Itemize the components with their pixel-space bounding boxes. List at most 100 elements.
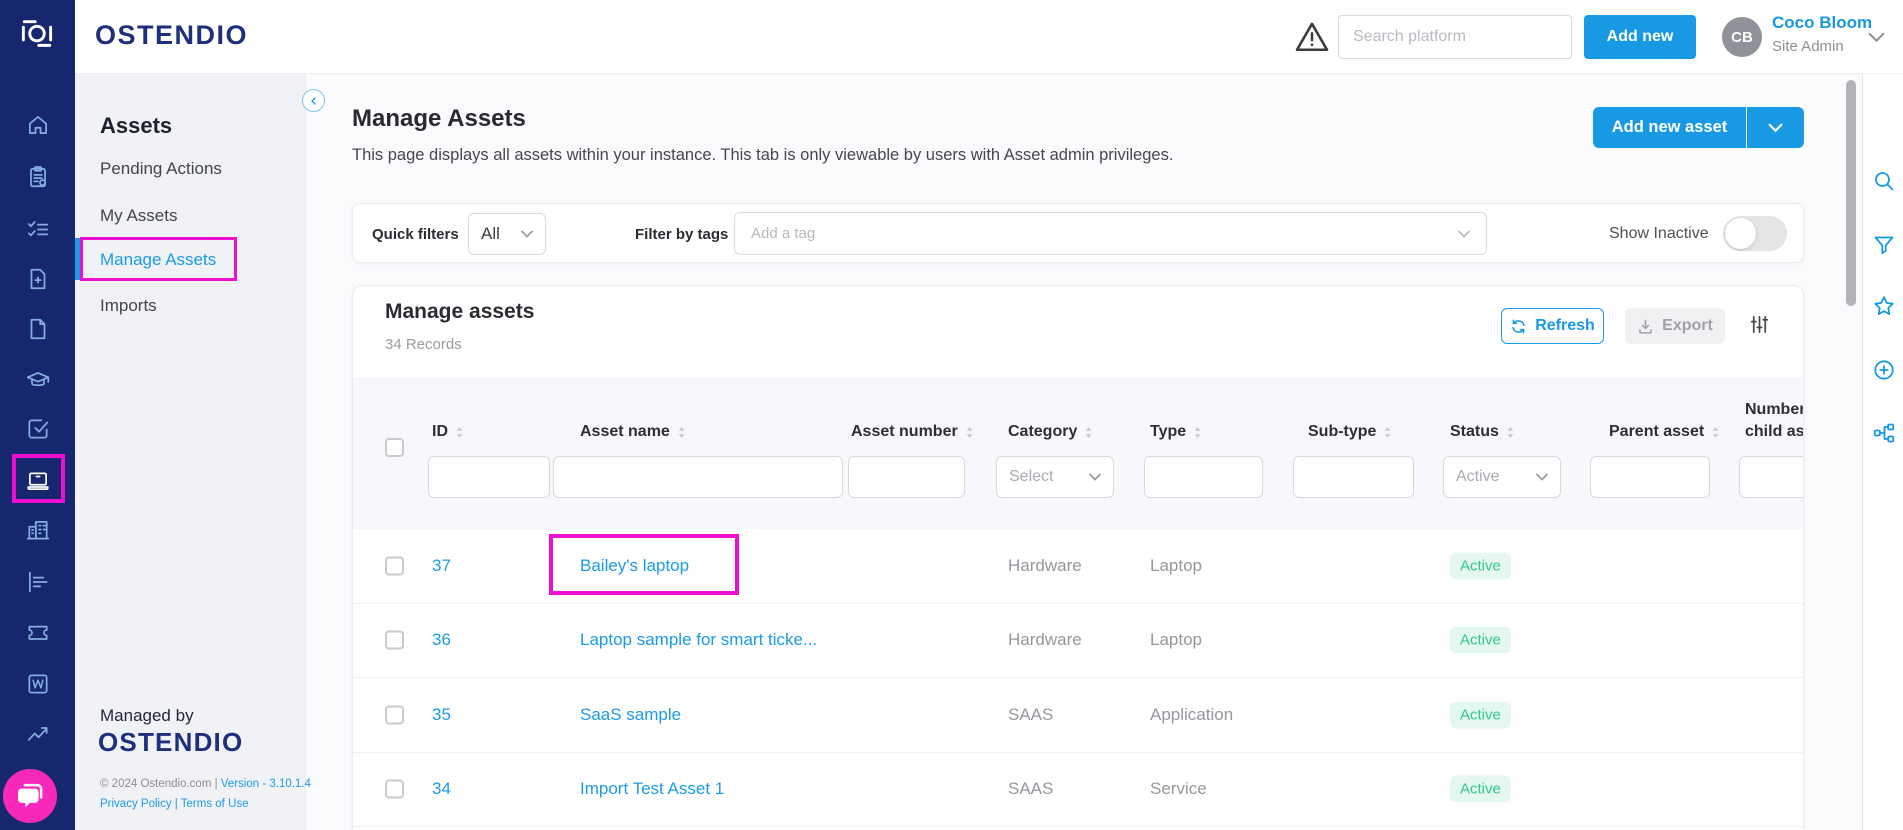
sidebar-collapse-button[interactable] xyxy=(302,89,325,112)
asset-name-link[interactable]: Laptop sample for smart ticke... xyxy=(580,630,817,650)
page-title: Manage Assets xyxy=(352,105,526,132)
filter-by-tags-label: Filter by tags xyxy=(635,226,729,243)
column-header-asset-number[interactable]: Asset number xyxy=(851,423,974,441)
refresh-icon xyxy=(1512,318,1525,334)
column-header-type[interactable]: Type xyxy=(1150,423,1202,441)
privacy-policy-link[interactable]: Privacy Policy xyxy=(100,798,172,810)
add-new-asset-button[interactable]: Add new asset xyxy=(1593,107,1746,148)
laptop-icon[interactable] xyxy=(24,467,52,495)
refresh-button[interactable]: Refresh xyxy=(1501,308,1604,344)
terms-of-use-link[interactable]: Terms of Use xyxy=(181,798,249,810)
document-add-icon[interactable] xyxy=(24,265,52,293)
footer-links: Privacy Policy | Terms of Use xyxy=(100,798,249,810)
export-button[interactable]: Export xyxy=(1625,308,1725,344)
add-new-asset-dropdown[interactable] xyxy=(1747,107,1804,148)
chevron-down-icon xyxy=(1768,123,1783,132)
filter-input-type[interactable] xyxy=(1144,456,1263,498)
audit-clipboard-icon[interactable] xyxy=(24,163,52,191)
filter-input-sub-type[interactable] xyxy=(1293,456,1414,498)
row-checkbox[interactable] xyxy=(385,705,404,725)
filter-input-number-child-assets[interactable] xyxy=(1739,456,1803,498)
sort-icon xyxy=(1085,426,1092,438)
filter-input-asset-name[interactable] xyxy=(553,456,843,498)
show-inactive-toggle[interactable] xyxy=(1723,216,1787,251)
quick-filters-label: Quick filters xyxy=(372,226,459,243)
asset-id-link[interactable]: 37 xyxy=(432,556,451,576)
asset-category: SAAS xyxy=(1008,704,1054,724)
add-circle-icon[interactable] xyxy=(1871,357,1896,382)
column-settings-icon[interactable] xyxy=(1749,314,1770,340)
document-icon[interactable] xyxy=(24,315,52,343)
warning-icon[interactable] xyxy=(1293,19,1331,60)
table-row: 35 SaaS sample SAAS Application Active xyxy=(353,678,1803,753)
column-header-id[interactable]: ID xyxy=(432,423,464,441)
ostendio-mark-icon[interactable] xyxy=(15,12,59,56)
task-check-icon[interactable] xyxy=(24,415,52,443)
asset-id-link[interactable]: 36 xyxy=(432,630,451,650)
sidebar-title: Assets xyxy=(100,113,173,138)
chevron-down-icon xyxy=(1458,230,1470,238)
search-icon[interactable] xyxy=(1871,168,1896,193)
column-header-category[interactable]: Category xyxy=(1008,423,1093,441)
column-header-number-child-assets[interactable]: Number child ass xyxy=(1745,399,1803,443)
vertical-scrollbar[interactable] xyxy=(1846,80,1856,306)
filter-input-asset-number[interactable] xyxy=(848,456,965,498)
assets-table-card: Manage assets 34 Records Refresh Export … xyxy=(352,285,1804,830)
building-icon[interactable] xyxy=(24,516,52,544)
sort-icon xyxy=(966,426,973,438)
asset-id-link[interactable]: 35 xyxy=(432,705,451,725)
table-title: Manage assets xyxy=(385,300,535,323)
select-all-checkbox[interactable] xyxy=(385,438,404,457)
column-header-status[interactable]: Status xyxy=(1450,423,1515,441)
chevron-left-icon xyxy=(310,96,316,105)
sidebar-item-pending-actions[interactable]: Pending Actions xyxy=(100,159,222,179)
chat-launcher[interactable] xyxy=(3,769,57,823)
ostendio-wordmark[interactable]: OSTENDIO xyxy=(95,20,248,51)
row-checkbox[interactable] xyxy=(385,630,404,650)
table-row: 37 Bailey's laptop Hardware Laptop Activ… xyxy=(353,529,1803,604)
top-header: OSTENDIO Add new CB Coco Bloom Site Admi… xyxy=(75,0,1903,74)
sort-icon xyxy=(678,426,685,438)
asset-name-link[interactable]: Import Test Asset 1 xyxy=(580,779,724,799)
show-inactive-label: Show Inactive xyxy=(1609,225,1709,242)
filter-select-category[interactable]: Select xyxy=(996,456,1114,498)
table-row: 36 Laptop sample for smart ticke... Hard… xyxy=(353,603,1803,678)
hierarchy-icon[interactable] xyxy=(1871,420,1896,445)
asset-name-link[interactable]: SaaS sample xyxy=(580,705,681,725)
sidebar-item-my-assets[interactable]: My Assets xyxy=(100,206,177,226)
asset-category: SAAS xyxy=(1008,779,1054,799)
report-chart-icon[interactable] xyxy=(24,568,52,596)
ticket-icon[interactable] xyxy=(24,618,52,646)
version-link[interactable]: Version - 3.10.1.4 xyxy=(221,778,311,790)
filter-input-parent-asset[interactable] xyxy=(1590,456,1710,498)
home-icon[interactable] xyxy=(24,111,52,139)
column-header-asset-name[interactable]: Asset name xyxy=(580,423,686,441)
sidebar-item-imports[interactable]: Imports xyxy=(100,296,157,316)
search-input[interactable] xyxy=(1338,15,1572,59)
status-badge: Active xyxy=(1450,775,1511,803)
star-icon[interactable] xyxy=(1871,293,1896,318)
training-cap-icon[interactable] xyxy=(24,366,52,394)
asset-id-link[interactable]: 34 xyxy=(432,779,451,799)
filter-icon[interactable] xyxy=(1871,232,1896,257)
filter-select-status[interactable]: Active xyxy=(1443,456,1561,498)
page-description: This page displays all assets within you… xyxy=(352,146,1174,164)
column-header-parent-asset[interactable]: Parent asset xyxy=(1609,423,1720,441)
tags-select[interactable] xyxy=(734,212,1487,255)
add-new-button[interactable]: Add new xyxy=(1584,15,1696,59)
checklist-icon[interactable] xyxy=(24,216,52,244)
row-checkbox[interactable] xyxy=(385,779,404,799)
avatar[interactable]: CB xyxy=(1722,17,1762,57)
wiki-icon[interactable] xyxy=(24,670,52,698)
refresh-label: Refresh xyxy=(1535,317,1595,334)
user-menu-chevron-icon[interactable] xyxy=(1868,30,1885,48)
asset-name-link[interactable]: Bailey's laptop xyxy=(580,556,689,576)
filter-input-id[interactable] xyxy=(428,456,550,498)
sidebar-item-manage-assets[interactable]: Manage Assets xyxy=(100,250,216,270)
tags-input[interactable] xyxy=(751,225,1458,242)
column-header-sub-type[interactable]: Sub-type xyxy=(1308,423,1392,441)
trending-icon[interactable] xyxy=(24,720,52,748)
quick-filters-select[interactable]: All xyxy=(468,213,546,255)
row-checkbox[interactable] xyxy=(385,556,404,576)
chevron-down-icon xyxy=(521,230,533,238)
